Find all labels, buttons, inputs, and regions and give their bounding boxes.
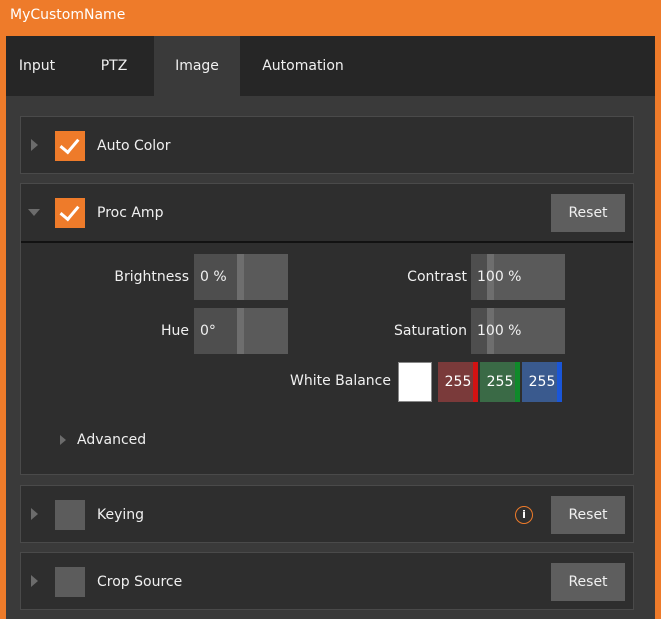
white-balance-swatch[interactable] <box>398 362 432 402</box>
auto-color-checkbox[interactable] <box>55 131 85 161</box>
red-channel-bar <box>473 362 478 402</box>
auto-color-label: Auto Color <box>97 138 171 154</box>
tab-ptz[interactable]: PTZ <box>88 36 140 96</box>
brightness-label: Brightness <box>114 269 189 285</box>
crop-source-checkbox[interactable] <box>55 567 85 597</box>
white-balance-label: White Balance <box>290 373 391 389</box>
proc-amp-label: Proc Amp <box>97 205 164 221</box>
advanced-arrow-icon <box>60 435 66 445</box>
section-crop-source: Crop Source Reset <box>20 552 634 610</box>
blue-channel-bar <box>557 362 562 402</box>
auto-color-header[interactable]: Auto Color <box>21 117 633 175</box>
collapse-arrow-icon[interactable] <box>28 209 40 216</box>
proc-amp-reset-button[interactable]: Reset <box>551 194 625 232</box>
contrast-slider[interactable]: 100 % <box>471 254 565 300</box>
expand-arrow-icon[interactable] <box>31 575 38 587</box>
keying-checkbox[interactable] <box>55 500 85 530</box>
checkmark-icon <box>59 133 80 155</box>
panel-frame: Input PTZ Image Automation Auto Color Pr… <box>6 36 655 619</box>
hue-knob[interactable] <box>237 308 244 354</box>
saturation-slider[interactable]: 100 % <box>471 308 565 354</box>
info-icon[interactable]: i <box>515 506 533 524</box>
hue-label: Hue <box>160 323 189 339</box>
crop-source-header[interactable]: Crop Source Reset <box>21 553 633 611</box>
white-balance-red[interactable]: 255 <box>438 362 478 402</box>
expand-arrow-icon[interactable] <box>31 508 38 520</box>
proc-amp-header[interactable]: Proc Amp Reset <box>21 184 633 242</box>
crop-source-reset-button[interactable]: Reset <box>551 563 625 601</box>
contrast-value[interactable]: 100 % <box>477 254 521 300</box>
white-balance-blue-value: 255 <box>528 374 556 390</box>
keying-header[interactable]: Keying i Reset <box>21 486 633 544</box>
keying-label: Keying <box>97 507 145 523</box>
tab-content: Auto Color Proc Amp Reset Brightness 0 % <box>6 96 655 619</box>
saturation-value[interactable]: 100 % <box>477 308 521 354</box>
saturation-label: Saturation <box>394 323 467 339</box>
white-balance-red-value: 255 <box>444 374 472 390</box>
tab-image[interactable]: Image <box>154 36 240 96</box>
tab-bar: Input PTZ Image Automation <box>6 36 655 96</box>
brightness-slider[interactable]: 0 % <box>194 254 288 300</box>
green-channel-bar <box>515 362 520 402</box>
keying-reset-button[interactable]: Reset <box>551 496 625 534</box>
tab-input[interactable]: Input <box>6 36 68 96</box>
white-balance-green[interactable]: 255 <box>480 362 520 402</box>
advanced-toggle[interactable]: Advanced <box>21 428 221 452</box>
tab-automation[interactable]: Automation <box>246 36 360 96</box>
hue-value[interactable]: 0° <box>200 308 216 354</box>
section-auto-color: Auto Color <box>20 116 634 174</box>
expand-arrow-icon[interactable] <box>31 139 38 151</box>
section-keying: Keying i Reset <box>20 485 634 543</box>
window-title: MyCustomName <box>0 0 661 36</box>
crop-source-label: Crop Source <box>97 574 183 590</box>
contrast-label: Contrast <box>407 269 467 285</box>
section-proc-amp: Proc Amp Reset Brightness 0 % Contrast 1… <box>20 183 634 475</box>
checkmark-icon <box>59 200 80 222</box>
white-balance-green-value: 255 <box>486 374 514 390</box>
hue-slider[interactable]: 0° <box>194 308 288 354</box>
brightness-knob[interactable] <box>237 254 244 300</box>
white-balance-blue[interactable]: 255 <box>522 362 562 402</box>
proc-amp-divider <box>21 241 633 243</box>
proc-amp-checkbox[interactable] <box>55 198 85 228</box>
brightness-value[interactable]: 0 % <box>200 254 227 300</box>
advanced-label: Advanced <box>77 432 147 448</box>
